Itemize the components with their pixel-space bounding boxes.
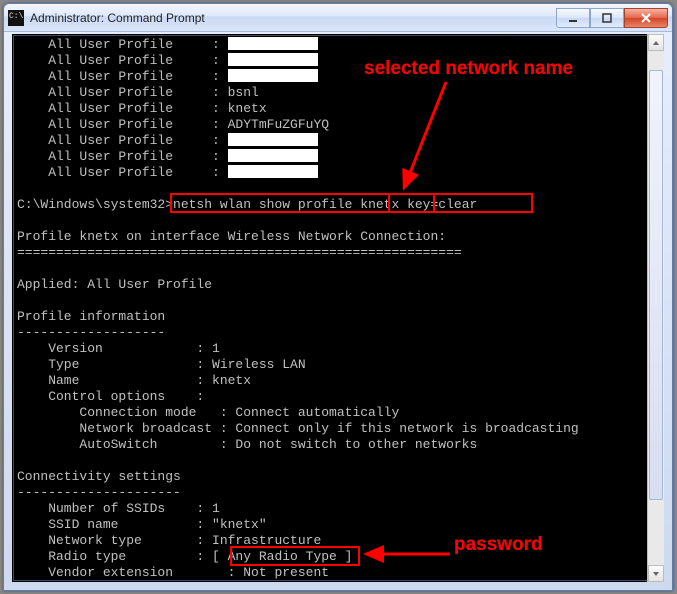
terminal-line: All User Profile : knetx [17, 101, 659, 117]
network-arg: knetx [360, 197, 399, 212]
terminal-line: All User Profile : [17, 133, 659, 149]
close-button[interactable] [624, 8, 668, 28]
terminal-line: AutoSwitch : Do not switch to other netw… [17, 437, 659, 453]
terminal-line: All User Profile : [17, 165, 659, 181]
command-text: netsh wlan show profile knetx key=clear [173, 197, 477, 212]
minimize-button[interactable] [556, 8, 590, 28]
terminal-line [17, 261, 659, 277]
terminal-line: Network type : Infrastructure [17, 533, 659, 549]
scroll-thumb[interactable] [649, 70, 663, 500]
command-prompt-window: Administrator: Command Prompt All User P… [3, 3, 673, 591]
terminal-line: Version : 1 [17, 341, 659, 357]
terminal-line: --------------------- [17, 485, 659, 501]
terminal-line: Profile knetx on interface Wireless Netw… [17, 229, 659, 245]
cmd-icon [8, 10, 24, 26]
terminal-line: All User Profile : ADYTmFuZGFuYQ [17, 117, 659, 133]
terminal-line: Connectivity settings [17, 469, 659, 485]
terminal-line: All User Profile : [17, 69, 659, 85]
terminal-area[interactable]: All User Profile : All User Profile : Al… [12, 34, 664, 582]
terminal-line: Number of SSIDs : 1 [17, 501, 659, 517]
terminal-line: Profile information [17, 309, 659, 325]
terminal-line: Connection mode : Connect automatically [17, 405, 659, 421]
terminal-line: All User Profile : [17, 53, 659, 69]
terminal-line [17, 581, 659, 582]
scroll-down-button[interactable] [648, 565, 664, 582]
maximize-button[interactable] [590, 8, 624, 28]
terminal-line [17, 453, 659, 469]
scroll-up-button[interactable] [648, 34, 664, 51]
titlebar[interactable]: Administrator: Command Prompt [4, 4, 672, 32]
vertical-scrollbar[interactable] [647, 34, 664, 582]
window-controls [556, 8, 668, 28]
terminal-line: Radio type : [ Any Radio Type ] [17, 549, 659, 565]
terminal-line [17, 213, 659, 229]
terminal-line: All User Profile : bsnl [17, 85, 659, 101]
command-prompt-line: C:\Windows\system32>netsh wlan show prof… [17, 197, 659, 213]
terminal-line: ------------------- [17, 325, 659, 341]
window-title: Administrator: Command Prompt [30, 11, 556, 25]
terminal-line: Applied: All User Profile [17, 277, 659, 293]
terminal-line: Network broadcast : Connect only if this… [17, 421, 659, 437]
terminal-line: Name : knetx [17, 373, 659, 389]
terminal-line: ========================================… [17, 245, 659, 261]
terminal-line: Control options : [17, 389, 659, 405]
terminal-line: Type : Wireless LAN [17, 357, 659, 373]
terminal-line: SSID name : "knetx" [17, 517, 659, 533]
terminal-line: All User Profile : [17, 37, 659, 53]
terminal-line: Vendor extension : Not present [17, 565, 659, 581]
terminal-line [17, 181, 659, 197]
terminal-line: All User Profile : [17, 149, 659, 165]
terminal-line [17, 293, 659, 309]
